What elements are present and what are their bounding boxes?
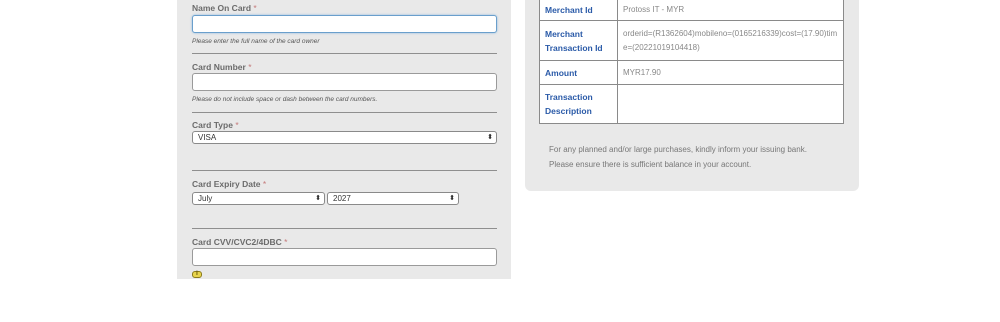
name-on-card-label-text: Name On Card [192, 3, 252, 13]
name-on-card-input[interactable] [192, 15, 497, 33]
payment-page: Name On Card * Please enter the full nam… [0, 0, 1000, 322]
table-row: Merchant Transaction Id orderid=(R136260… [539, 20, 844, 61]
expiry-year-select[interactable]: 2027 ⬍ [327, 192, 459, 205]
card-type-selected-value: VISA [198, 133, 217, 142]
card-number-input[interactable] [192, 73, 497, 91]
card-details-form: Name On Card * Please enter the full nam… [177, 0, 511, 279]
divider [192, 170, 497, 171]
required-mark: * [262, 179, 267, 189]
cvv-label-text: Card CVV/CVC2/4DBC [192, 237, 282, 247]
note-issuing-bank: For any planned and/or large purchases, … [549, 145, 807, 154]
note-sufficient-balance: Please ensure there is sufficient balanc… [549, 160, 752, 169]
cvv-input[interactable] [192, 248, 497, 266]
transaction-description-value [617, 84, 844, 124]
expiry-month-select[interactable]: July ⬍ [192, 192, 325, 205]
amount-value: MYR17.90 [617, 60, 844, 85]
expiry-month-value: July [198, 194, 213, 203]
divider [192, 228, 497, 229]
name-on-card-hint: Please enter the full name of the card o… [192, 38, 320, 45]
payment-notes: For any planned and/or large purchases, … [549, 142, 839, 172]
card-type-select[interactable]: VISA ⬍ [192, 131, 497, 144]
card-number-label: Card Number * [192, 62, 252, 72]
cvv-label: Card CVV/CVC2/4DBC * [192, 237, 287, 247]
card-expiry-label: Card Expiry Date * [192, 179, 266, 189]
required-mark: * [284, 237, 288, 247]
divider [192, 112, 497, 113]
merchant-transaction-id-key: Merchant Transaction Id [539, 20, 618, 61]
card-type-label-text: Card Type [192, 120, 233, 130]
card-number-label-text: Card Number [192, 62, 246, 72]
table-row: Merchant Id Protoss IT - MYR [539, 0, 844, 21]
transaction-summary-table: Merchant Id Protoss IT - MYR Merchant Tr… [539, 0, 844, 124]
merchant-id-key: Merchant Id [539, 0, 618, 21]
required-mark: * [253, 3, 257, 13]
card-type-label: Card Type * [192, 120, 239, 130]
table-row: Amount MYR17.90 [539, 60, 844, 85]
required-mark: * [248, 62, 252, 72]
required-mark: * [235, 120, 239, 130]
divider [192, 53, 497, 54]
select-arrows-icon: ⬍ [449, 195, 455, 202]
card-number-hint: Please do not include space or dash betw… [192, 96, 378, 103]
amount-key: Amount [539, 60, 618, 85]
merchant-transaction-id-value: orderid=(R1362604)mobileno=(0165216339)c… [617, 20, 844, 61]
expiry-year-value: 2027 [333, 194, 351, 203]
select-arrows-icon: ⬍ [487, 134, 493, 141]
name-on-card-label: Name On Card * [192, 3, 257, 13]
table-row: Transaction Description [539, 84, 844, 124]
merchant-id-value: Protoss IT - MYR [617, 0, 844, 21]
select-arrows-icon: ⬍ [315, 195, 321, 202]
transaction-description-key: Transaction Description [539, 84, 618, 124]
cvv-info-icon[interactable]: i [192, 271, 202, 278]
card-expiry-label-text: Card Expiry Date [192, 179, 261, 189]
